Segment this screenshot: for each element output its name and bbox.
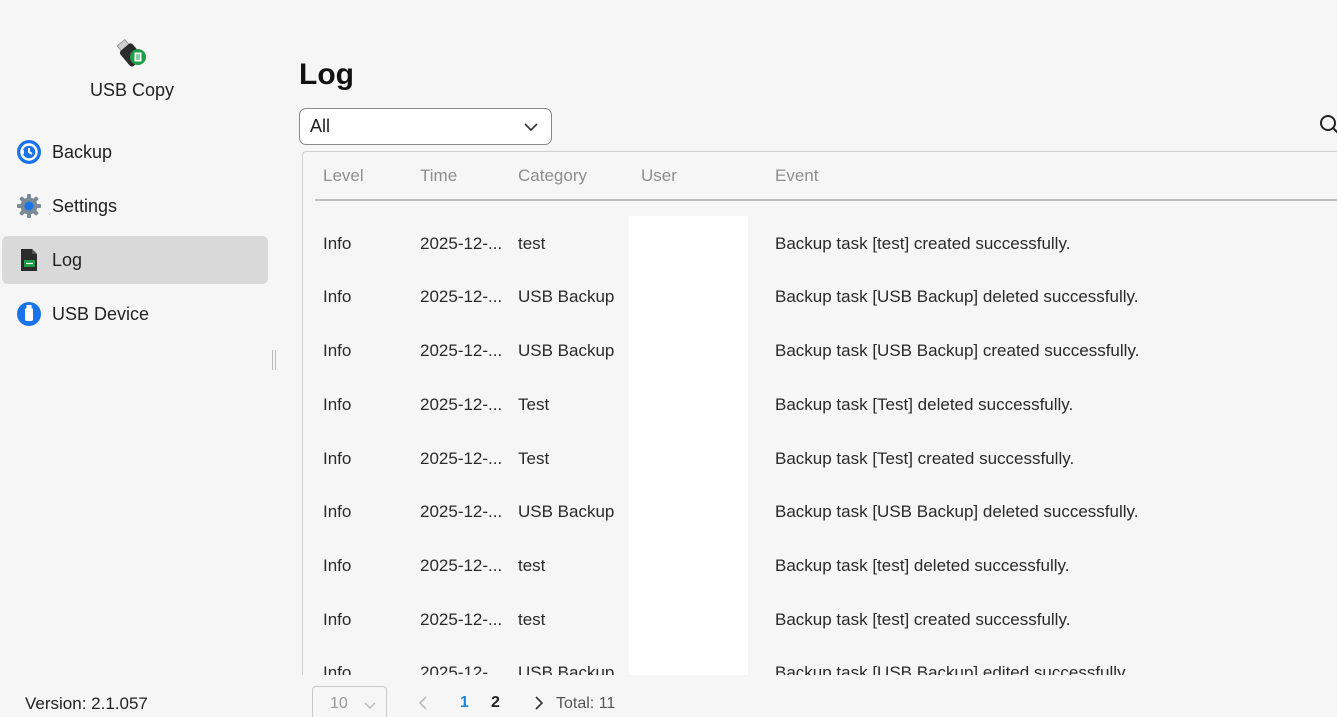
chevron-down-icon xyxy=(523,119,539,140)
sidebar-item-settings[interactable]: Settings xyxy=(2,182,268,230)
cell-time: 2025-12-... xyxy=(420,610,503,629)
page-size-value: 10 xyxy=(330,695,348,712)
cell-category: USB Backup xyxy=(518,341,615,360)
cell-event: Backup task [test] deleted successfully. xyxy=(775,556,1070,575)
cell-category: test xyxy=(518,556,546,575)
page-title: Log xyxy=(299,58,354,91)
table-row[interactable]: Info 2025-12-... USB Backup Backup task … xyxy=(303,287,1337,341)
cell-level: Info xyxy=(323,610,352,629)
cell-time: 2025-12-... xyxy=(420,234,503,253)
cell-category: USB Backup xyxy=(518,287,615,306)
sidebar-item-label: Settings xyxy=(52,195,118,216)
level-filter-select[interactable]: All xyxy=(299,108,552,145)
app-name: USB Copy xyxy=(89,80,175,100)
cell-time: 2025-12-... xyxy=(420,341,503,360)
column-header-event[interactable]: Event xyxy=(775,166,818,186)
cell-level: Info xyxy=(323,556,352,575)
sidebar-nav: Backup Settings Log USB Device xyxy=(2,128,268,344)
cell-time: 2025-12-... xyxy=(420,663,503,675)
column-header-category[interactable]: Category xyxy=(518,166,587,186)
cell-category: test xyxy=(518,610,546,629)
table-row[interactable]: Info 2025-12-... Test Backup task [Test]… xyxy=(303,449,1337,503)
table-row[interactable]: Info 2025-12-... test Backup task [test]… xyxy=(303,556,1337,610)
total-count: Total: 11 xyxy=(556,695,616,712)
column-header-level[interactable]: Level xyxy=(323,166,364,186)
filter-selected-value: All xyxy=(310,116,331,136)
sidebar-item-log[interactable]: Log xyxy=(2,236,268,284)
sidebar-item-label: USB Device xyxy=(52,303,150,324)
cell-time: 2025-12-... xyxy=(420,449,503,468)
cell-event: Backup task [Test] created successfully. xyxy=(775,449,1075,468)
cell-category: USB Backup xyxy=(518,502,615,521)
cell-event: Backup task [test] created successfully. xyxy=(775,610,1071,629)
cell-level: Info xyxy=(323,287,352,306)
cell-level: Info xyxy=(323,234,352,253)
cell-time: 2025-12-... xyxy=(420,556,503,575)
cell-event: Backup task [USB Backup] edited successf… xyxy=(775,663,1130,675)
table-row[interactable]: Info 2025-12-... test Backup task [test]… xyxy=(303,610,1337,664)
prev-page-icon[interactable] xyxy=(416,695,430,716)
sidebar-item-backup[interactable]: Backup xyxy=(2,128,268,176)
chevron-down-icon xyxy=(364,698,376,716)
cell-category: Test xyxy=(518,449,550,468)
gear-icon xyxy=(16,193,42,219)
cell-level: Info xyxy=(323,341,352,360)
sidebar-item-usb-device[interactable]: USB Device xyxy=(2,290,268,338)
header-divider xyxy=(315,199,1337,201)
cell-time: 2025-12-... xyxy=(420,502,503,521)
cell-event: Backup task [USB Backup] deleted success… xyxy=(775,287,1139,306)
page-1-button[interactable]: 1 xyxy=(460,694,469,712)
page-2-button[interactable]: 2 xyxy=(491,694,500,712)
app-window: USB Copy Backup Settings Log USB Device … xyxy=(0,0,1337,717)
cell-event: Backup task [Test] deleted successfully. xyxy=(775,395,1074,414)
usb-copy-icon xyxy=(113,32,149,68)
cell-level: Info xyxy=(323,663,352,675)
next-page-icon[interactable] xyxy=(532,695,546,716)
cell-event: Backup task [USB Backup] created success… xyxy=(775,341,1140,360)
table-row[interactable]: Info 2025-12-... test Backup task [test]… xyxy=(303,234,1337,288)
cell-level: Info xyxy=(323,395,352,414)
page-size-select[interactable]: 10 xyxy=(312,686,387,717)
table-header: Level Time Category User Event xyxy=(303,152,1337,201)
column-header-user[interactable]: User xyxy=(641,166,677,186)
log-icon xyxy=(16,247,42,273)
cell-level: Info xyxy=(323,502,352,521)
table-row[interactable]: Info 2025-12-... USB Backup Backup task … xyxy=(303,341,1337,395)
table-row[interactable]: Info 2025-12-... USB Backup Backup task … xyxy=(303,502,1337,556)
search-icon[interactable] xyxy=(1319,114,1337,136)
cell-category: test xyxy=(518,234,546,253)
sidebar-resize-handle[interactable] xyxy=(272,350,276,370)
table-row[interactable]: Info 2025-12-... Test Backup task [Test]… xyxy=(303,395,1337,449)
table-row[interactable]: Info 2025-12-... USB Backup Backup task … xyxy=(303,663,1337,675)
cell-category: USB Backup xyxy=(518,663,615,675)
cell-time: 2025-12-... xyxy=(420,287,503,306)
cell-event: Backup task [test] created successfully. xyxy=(775,234,1071,253)
usb-device-icon xyxy=(16,301,42,327)
cell-level: Info xyxy=(323,449,352,468)
sidebar: USB Copy Backup Settings Log USB Device … xyxy=(0,0,272,717)
backup-icon xyxy=(16,139,42,165)
version-label: Version: 2.1.057 xyxy=(25,694,148,713)
cell-category: Test xyxy=(518,395,550,414)
sidebar-item-label: Backup xyxy=(52,141,113,162)
cell-event: Backup task [USB Backup] deleted success… xyxy=(775,502,1139,521)
log-table: Level Time Category User Event Info 2025… xyxy=(302,151,1337,675)
cell-time: 2025-12-... xyxy=(420,395,503,414)
pagination: 10 1 2 Total: 11 xyxy=(312,686,812,717)
column-header-time[interactable]: Time xyxy=(420,166,457,186)
sidebar-item-label: Log xyxy=(52,249,83,270)
